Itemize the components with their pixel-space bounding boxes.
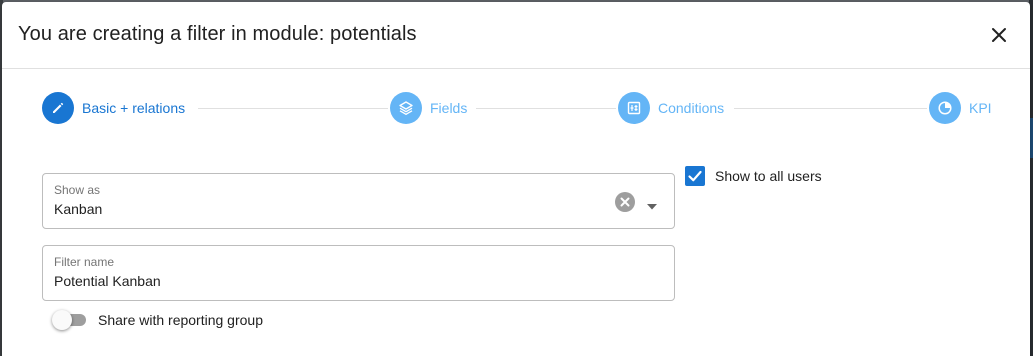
step-icon-circle xyxy=(618,92,650,124)
pencil-icon xyxy=(53,102,64,113)
show-all-users-label: Show to all users xyxy=(715,168,822,184)
checkbox-box[interactable] xyxy=(685,166,705,186)
dialog-title: You are creating a filter in module: pot… xyxy=(18,23,417,45)
clear-icon xyxy=(615,192,635,212)
clear-button[interactable] xyxy=(615,192,635,212)
show-all-users-checkbox[interactable]: Show to all users xyxy=(685,166,822,186)
filter-name-label: Filter name xyxy=(54,255,115,269)
share-toggle-row: Share with reporting group xyxy=(52,310,263,330)
step-icon-circle xyxy=(390,92,422,124)
close-button[interactable] xyxy=(988,24,1010,46)
step-label: KPI xyxy=(969,100,992,116)
layers-icon xyxy=(399,101,413,115)
filter-name-field[interactable]: Filter name Potential Kanban xyxy=(42,245,675,301)
checkmark-icon xyxy=(688,170,702,182)
step-basic-relations[interactable]: Basic + relations xyxy=(42,92,185,124)
step-kpi[interactable]: KPI xyxy=(929,92,992,124)
step-connector xyxy=(476,108,616,109)
step-icon-circle xyxy=(42,92,74,124)
step-label: Basic + relations xyxy=(82,100,186,116)
conditions-icon xyxy=(627,101,641,115)
show-as-label: Show as xyxy=(54,183,101,197)
step-conditions[interactable]: Conditions xyxy=(618,92,724,124)
dropdown-button[interactable] xyxy=(647,197,657,210)
dialog-header: You are creating a filter in module: pot… xyxy=(2,2,1030,69)
pie-chart-icon xyxy=(938,101,952,115)
show-as-select[interactable]: Show as Kanban xyxy=(42,173,675,229)
step-icon-circle xyxy=(929,92,961,124)
close-icon xyxy=(992,28,1006,42)
filter-dialog: You are creating a filter in module: pot… xyxy=(2,2,1030,356)
step-label: Conditions xyxy=(658,100,725,116)
step-connector xyxy=(734,108,927,109)
step-label: Fields xyxy=(430,100,468,116)
stepper: Basic + relations Fields Conditions KPI xyxy=(42,92,992,126)
show-as-value: Kanban xyxy=(54,201,103,217)
step-connector xyxy=(198,108,388,109)
share-toggle[interactable] xyxy=(52,310,86,330)
chevron-down-icon xyxy=(647,204,657,210)
toggle-thumb[interactable] xyxy=(52,310,72,330)
share-toggle-label: Share with reporting group xyxy=(98,312,263,328)
step-fields[interactable]: Fields xyxy=(390,92,467,124)
filter-name-value: Potential Kanban xyxy=(54,273,161,289)
